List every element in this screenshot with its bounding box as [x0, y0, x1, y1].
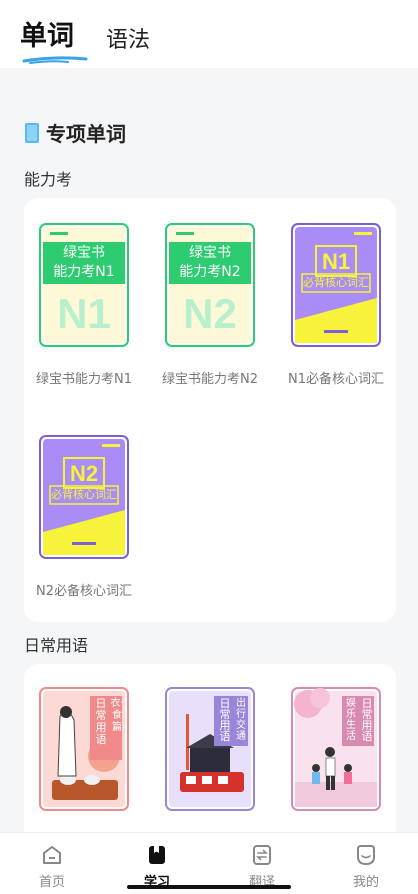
cover-big-text: N2: [70, 461, 98, 486]
book-item-daily-travel[interactable]: 日常用语 出行交通: [150, 686, 270, 812]
cover-tag-1: 日常用语: [219, 697, 231, 743]
book-cover: 娱乐生活 日常用语: [290, 686, 382, 812]
nav-home[interactable]: 首页: [12, 833, 92, 890]
book-cover: N2 必背核心词汇: [38, 434, 130, 560]
book-caption: N2必备核心词汇: [36, 584, 132, 599]
translate-icon: [253, 845, 271, 865]
green-book-cover: N2: [165, 223, 255, 347]
nav-label-home: 首页: [38, 875, 65, 890]
book-item-core-n2[interactable]: N2 必背核心词汇 N2必备核心词汇: [24, 434, 144, 599]
book-icon: [25, 122, 39, 143]
cover-big-text: N1: [57, 290, 111, 337]
tab-grammar[interactable]: 语法: [106, 22, 150, 54]
book-cover: 日常用语 衣·食篇: [38, 686, 130, 812]
book-cover: N1 绿宝书 能力考N1: [38, 222, 130, 348]
book-item-core-n1[interactable]: N1 必背核心词汇 N1必备核心词汇: [276, 222, 396, 387]
tab-active-underline: [22, 56, 88, 64]
cover-big-text: N2: [183, 290, 237, 337]
jlpt-card: N1 绿宝书 能力考N1 绿宝书能力考N1 N2 绿宝书 能力考N2 绿宝书能力…: [24, 198, 396, 622]
home-icon: [43, 846, 61, 864]
book-caption: N1必备核心词汇: [288, 372, 384, 387]
nav-label-profile: 我的: [352, 875, 379, 890]
nav-translate[interactable]: 翻译: [222, 833, 302, 890]
cover-title: 绿宝书: [63, 245, 105, 261]
cover-title: 绿宝书: [189, 245, 231, 261]
cover-subtitle: 必背核心词汇: [51, 488, 117, 501]
cover-tag-1: 日常用语: [361, 697, 373, 743]
book-cover: N2 绿宝书 能力考N2: [164, 222, 256, 348]
book-item-daily-food[interactable]: 日常用语 衣·食篇: [24, 686, 144, 812]
group-label-daily: 日常用语: [24, 636, 89, 655]
home-indicator: [127, 885, 291, 889]
book-item-daily-life[interactable]: 娱乐生活 日常用语: [276, 686, 396, 812]
nav-profile[interactable]: 我的: [326, 833, 406, 890]
profile-icon: [357, 845, 375, 866]
cover-subtitle: 能力考N1: [53, 264, 115, 280]
nav-study[interactable]: 学习: [117, 833, 197, 890]
top-tab-bar: 单词 语法: [0, 0, 418, 68]
cover-subtitle: 必背核心词汇: [303, 276, 369, 289]
cover-big-text: N1: [322, 249, 350, 274]
tab-words[interactable]: 单词: [20, 14, 74, 53]
cover-tag-1: 日常用语: [95, 697, 107, 746]
daily-card: 日常用语 衣·食篇 日常用语 出行交通 娱乐生活 日常用语: [24, 664, 396, 844]
book-caption: 绿宝书能力考N2: [162, 372, 258, 387]
cover-tag-2: 衣·食篇: [110, 698, 124, 733]
cover-tag-2: 娱乐生活: [346, 698, 356, 742]
section-title: 专项单词: [24, 118, 126, 147]
book-cover: N1 必背核心词汇: [290, 222, 382, 348]
book-cover: 日常用语 出行交通: [164, 686, 256, 812]
study-icon: [149, 846, 165, 864]
cover-tag-2: 出行交通: [236, 698, 246, 742]
group-label-jlpt: 能力考: [24, 170, 73, 189]
book-item-green-n2[interactable]: N2 绿宝书 能力考N2 绿宝书能力考N2: [150, 222, 270, 387]
section-title-text: 专项单词: [46, 122, 126, 146]
book-item-green-n1[interactable]: N1 绿宝书 能力考N1 绿宝书能力考N1: [24, 222, 144, 387]
book-caption: 绿宝书能力考N1: [36, 372, 132, 387]
green-book-cover: N1: [39, 223, 129, 347]
cover-subtitle: 能力考N2: [179, 264, 241, 280]
